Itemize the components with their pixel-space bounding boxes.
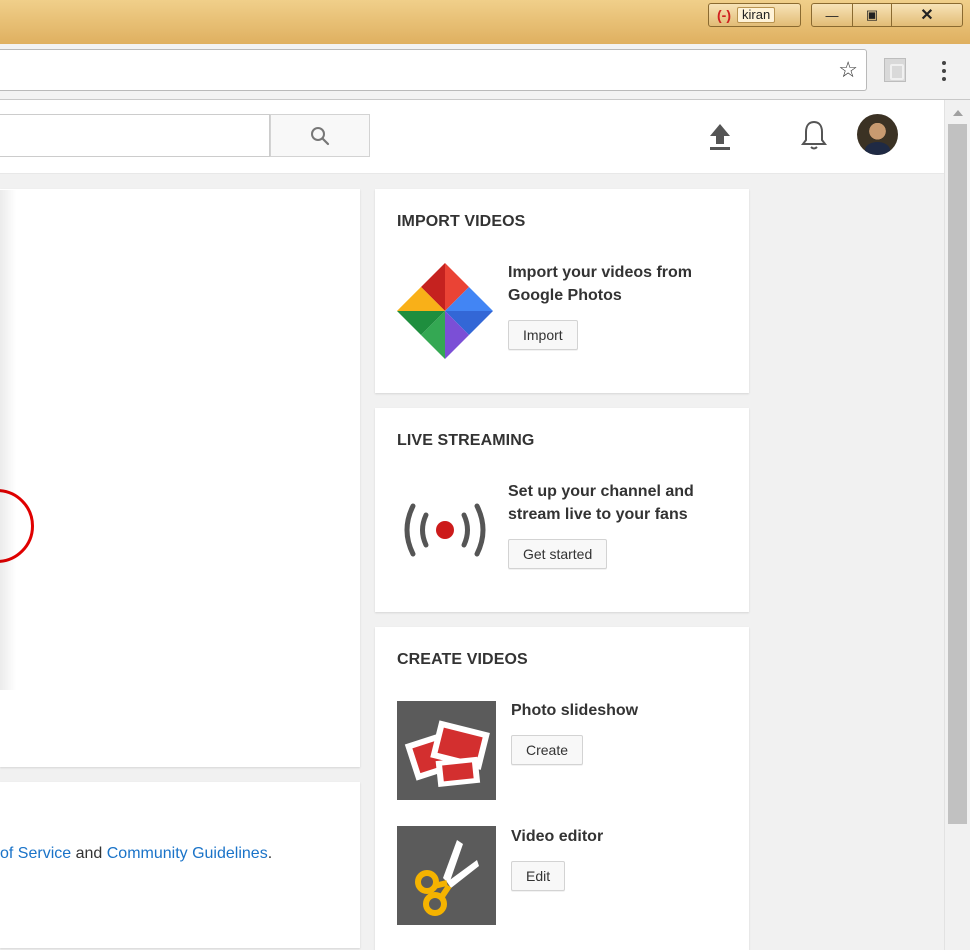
- live-description-line1: Set up your channel and: [508, 483, 694, 500]
- scissors-icon: [415, 840, 479, 916]
- page-scrollbar[interactable]: [944, 100, 970, 950]
- scroll-up-arrow-icon[interactable]: [953, 110, 963, 116]
- scrollbar-thumb[interactable]: [948, 124, 967, 824]
- profile-name: kiran: [737, 7, 776, 23]
- upload-main-panel: [0, 189, 360, 767]
- search-input[interactable]: [0, 114, 270, 157]
- photo-slideshow-thumbnail[interactable]: [397, 701, 496, 800]
- user-profile-chip[interactable]: (-) kiran: [708, 3, 801, 27]
- live-streaming-card: LIVE STREAMING Set up your channel and s…: [375, 408, 749, 612]
- import-videos-card: IMPORT VIDEOS Import your videos from Go…: [375, 189, 749, 393]
- restore-button[interactable]: ▣: [852, 3, 892, 27]
- photo-slideshow-label: Photo slideshow: [511, 702, 639, 719]
- terms-text: of Service and Community Guidelines.: [0, 845, 272, 863]
- community-guidelines-link[interactable]: Community Guidelines: [107, 845, 268, 862]
- terms-panel: of Service and Community Guidelines.: [0, 782, 360, 948]
- create-videos-title: CREATE VIDEOS: [397, 651, 528, 668]
- profile-glyph-icon: (-): [717, 7, 731, 23]
- upload-icon[interactable]: [706, 122, 734, 152]
- overlay-shadow: [0, 190, 16, 690]
- create-videos-card: CREATE VIDEOS Photo slideshow Create Vid…: [375, 627, 749, 950]
- terms-conjunction: and: [71, 845, 107, 862]
- slideshow-photos-icon: [404, 720, 490, 788]
- import-videos-title: IMPORT VIDEOS: [397, 213, 526, 230]
- live-streaming-title: LIVE STREAMING: [397, 432, 535, 449]
- minimize-button[interactable]: —: [811, 3, 853, 27]
- address-bar[interactable]: ☆: [0, 49, 867, 91]
- video-editor-thumbnail[interactable]: [397, 826, 496, 925]
- pdf-extension-icon[interactable]: [884, 58, 906, 82]
- import-description-line1: Import your videos from: [508, 264, 693, 281]
- terms-of-service-link[interactable]: of Service: [0, 845, 71, 862]
- live-broadcast-icon: [404, 503, 486, 557]
- import-button[interactable]: Import: [508, 320, 578, 350]
- get-started-button[interactable]: Get started: [508, 539, 608, 569]
- terms-period: .: [267, 845, 273, 862]
- window-title-bar: (-) kiran — ▣ ✕: [0, 0, 970, 44]
- edit-button[interactable]: Edit: [511, 861, 566, 891]
- live-description-line2: stream live to your fans: [508, 506, 688, 523]
- close-button[interactable]: ✕: [891, 3, 963, 27]
- browser-toolbar: ☆: [0, 44, 970, 100]
- bookmark-star-icon[interactable]: ☆: [838, 57, 858, 83]
- browser-menu-icon[interactable]: [934, 56, 954, 86]
- video-editor-label: Video editor: [511, 828, 604, 845]
- search-icon: [311, 126, 330, 145]
- search-button[interactable]: [270, 114, 370, 157]
- create-button[interactable]: Create: [511, 735, 584, 765]
- avatar[interactable]: [857, 114, 898, 155]
- notifications-bell-icon[interactable]: [800, 118, 828, 152]
- google-photos-icon: [397, 263, 493, 359]
- youtube-masthead: [0, 100, 944, 174]
- import-description-line2: Google Photos: [508, 287, 622, 304]
